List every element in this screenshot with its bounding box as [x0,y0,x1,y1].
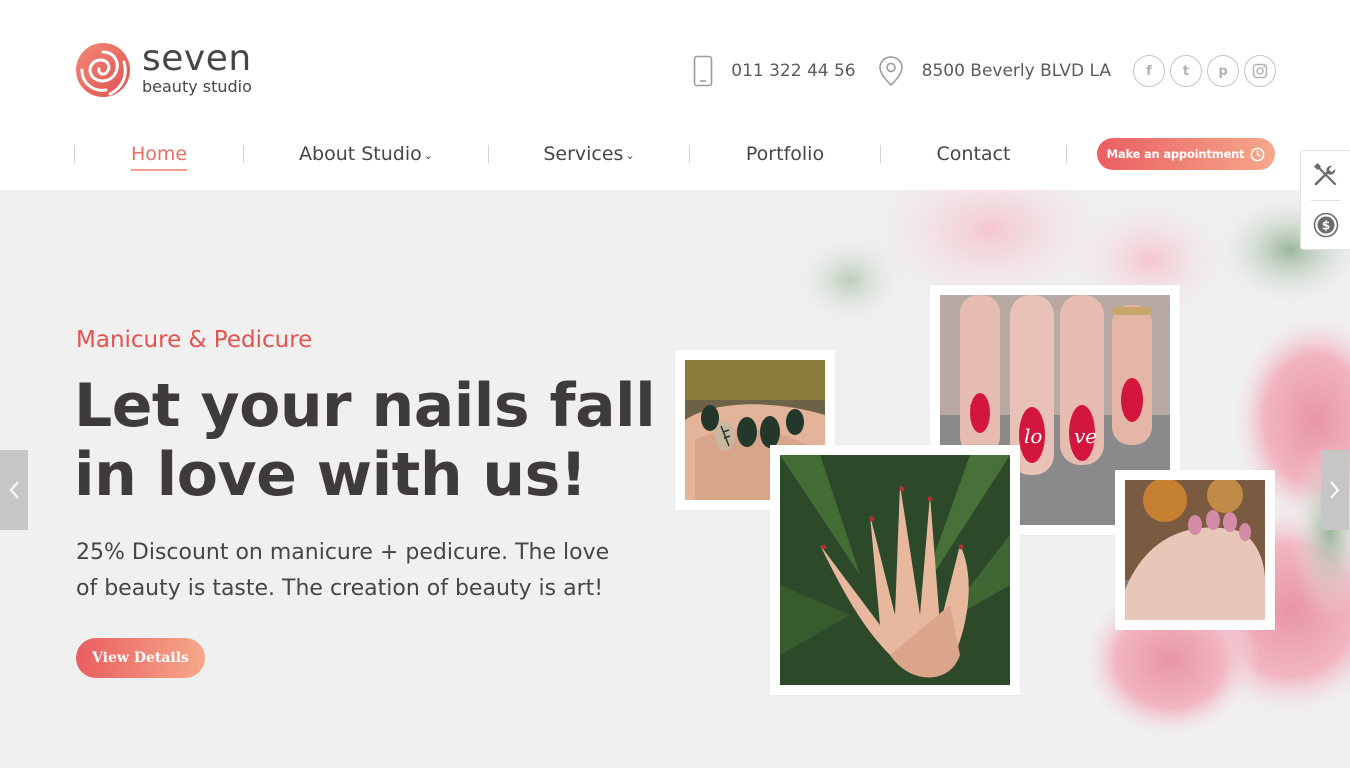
phone-number: 011 322 44 56 [731,61,856,81]
address-contact[interactable]: 8500 Beverly BLVD LA [878,55,1111,87]
map-pin-icon [878,56,903,87]
contact-bar: 011 322 44 56 8500 Beverly BLVD LA f t p [693,54,1276,88]
tools-icon [1313,163,1336,186]
social-links: f t p [1133,55,1276,87]
slider-next-arrow[interactable] [1321,450,1349,530]
nav-home[interactable]: Home [75,132,243,176]
nav-portfolio[interactable]: Portfolio [690,132,880,176]
appointment-label: Make an appointment [1106,147,1245,161]
chevron-down-icon: ⌄ [625,148,635,162]
phone-contact[interactable]: 011 322 44 56 [693,55,856,87]
hero-title-line-2: in love with us! [74,440,587,510]
nav-services[interactable]: Services ⌄ [489,132,689,176]
svg-text:lo: lo [1024,424,1042,448]
brand-tagline: beauty studio [142,77,252,96]
nav-home-label: Home [130,143,188,165]
hero-slider: Manicure & Pedicure Let your nails fall … [0,190,1350,768]
nav-about-studio[interactable]: About Studio ⌄ [244,132,488,176]
site-header: seven beauty studio 011 322 44 56 8500 B… [0,0,1350,190]
nav-divider [1066,145,1067,163]
brand-name: seven [142,38,252,79]
customizer-tool[interactable] [1301,151,1350,200]
nav-services-label: Services [543,143,624,165]
twitter-icon[interactable]: t [1170,55,1202,87]
main-nav: Home About Studio ⌄ Services ⌄ Portfolio C… [74,132,1276,176]
svg-text:ve: ve [1074,424,1097,448]
nail-photo-pink [1115,470,1275,630]
nav-contact-label: Contact [936,143,1011,165]
facebook-icon[interactable]: f [1133,55,1165,87]
nav-contact[interactable]: Contact [881,132,1066,176]
dollar-icon: $ [1313,212,1338,238]
hero-title: Let your nails fall in love with us! [74,372,694,510]
hands-palm-image [780,455,1010,685]
make-appointment-button[interactable]: Make an appointment [1097,138,1275,170]
phone-icon [693,55,713,87]
nav-portfolio-label: Portfolio [745,143,825,165]
side-tools-panel: $ [1300,150,1350,250]
hero-description: 25% Discount on manicure + pedicure. The… [76,540,610,601]
chevron-left-icon [9,481,19,499]
instagram-glyph [1252,63,1268,79]
chevron-down-icon: ⌄ [423,148,433,162]
nav-about-label: About Studio [299,143,422,165]
address-text: 8500 Beverly BLVD LA [921,61,1111,81]
pinterest-icon[interactable]: p [1207,55,1239,87]
logo[interactable]: seven beauty studio [74,40,252,100]
instagram-icon[interactable] [1244,55,1276,87]
hero-title-line-1: Let your nails fall [74,371,656,441]
rose-logo-icon [76,43,130,97]
pricing-tool[interactable]: $ [1301,200,1350,249]
hero-kicker: Manicure & Pedicure [76,327,313,353]
svg-text:$: $ [1321,218,1329,232]
view-details-button[interactable]: View Details [76,638,205,678]
clock-icon [1251,147,1265,161]
chevron-right-icon [1330,481,1340,499]
pink-nails-image [1125,480,1265,620]
nail-photo-hands [770,445,1020,695]
slider-prev-arrow[interactable] [0,450,28,530]
